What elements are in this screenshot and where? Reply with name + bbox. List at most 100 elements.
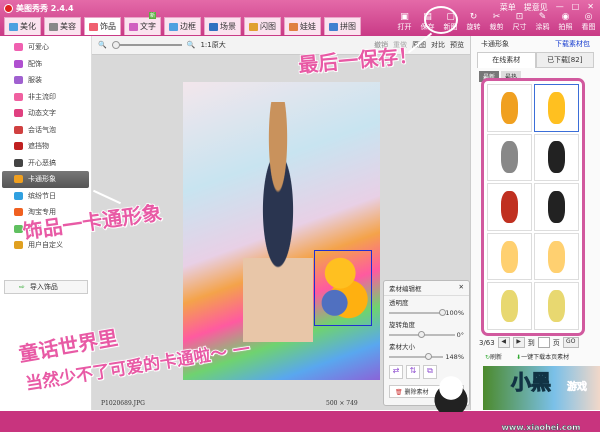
material-thumbnail[interactable]: [487, 133, 532, 182]
sidebar-item-3[interactable]: 非主流印: [0, 89, 91, 106]
photo-subject: [243, 102, 313, 342]
tool-icon: ✎: [538, 12, 547, 22]
sidebar-item-label: 服装: [28, 76, 42, 85]
tool-icon: ◎: [584, 12, 593, 22]
sidebar-item-2[interactable]: 服装: [0, 72, 91, 89]
material-thumbnail[interactable]: [534, 133, 579, 182]
next-page-button[interactable]: ▶: [512, 337, 525, 348]
zoom-out-icon[interactable]: 🔍: [98, 41, 107, 49]
tab-2[interactable]: 饰品: [84, 17, 121, 35]
tab-icon: [169, 22, 178, 31]
tab-7[interactable]: 娃娃: [284, 17, 321, 35]
sidebar-item-8[interactable]: 卡通形象: [2, 171, 89, 188]
tab-5[interactable]: 场景: [204, 17, 241, 35]
material-thumbnail[interactable]: [534, 282, 579, 330]
size-slider[interactable]: [389, 353, 444, 360]
tab-online[interactable]: 在线素材: [477, 52, 536, 68]
tab-4[interactable]: 边框: [164, 17, 201, 35]
page-unit: 页: [552, 338, 560, 347]
tab-icon: [209, 22, 218, 31]
tab-label: 美容: [60, 22, 76, 31]
tab-icon: [129, 22, 138, 31]
flip-horizontal-button[interactable]: ⇄: [389, 365, 403, 379]
download-page-label: 一键下载本页素材: [521, 354, 570, 361]
tab-1[interactable]: 美容: [44, 17, 81, 35]
material-thumbnail[interactable]: [487, 84, 532, 132]
goto-label: 到: [527, 338, 535, 347]
tool-0[interactable]: ▣ 打开: [395, 12, 414, 32]
sidebar-item-label: 缤纷节日: [28, 191, 56, 200]
sidebar-item-label: 开心恶搞: [28, 158, 56, 167]
material-thumbnail[interactable]: [534, 232, 579, 281]
download-page-button[interactable]: ⬇一键下载本页素材: [516, 352, 569, 361]
category-icon: [14, 142, 23, 151]
material-thumbnail[interactable]: [534, 84, 579, 132]
flip-vertical-button[interactable]: ⇅: [406, 365, 420, 379]
sidebar-item-5[interactable]: 会话气泡: [0, 122, 91, 139]
sidebar-item-6[interactable]: 遮挡物: [0, 138, 91, 155]
rotation-value: 0°: [456, 331, 464, 339]
opacity-slider[interactable]: [389, 309, 447, 316]
sidebar-item-7[interactable]: 开心恶搞: [0, 155, 91, 172]
tab-label: 饰品: [100, 22, 116, 31]
refresh-button[interactable]: ↻刷新: [485, 352, 502, 361]
material-thumbnail[interactable]: [487, 183, 532, 231]
tool-7[interactable]: ◉ 拍照: [556, 12, 575, 32]
tab-8[interactable]: 拼图: [324, 17, 361, 35]
tab-downloaded[interactable]: 已下载[82]: [535, 52, 594, 68]
material-thumbnail[interactable]: [534, 183, 579, 231]
category-icon: [14, 191, 23, 200]
zoom-slider[interactable]: [111, 41, 182, 49]
photo-canvas[interactable]: [183, 82, 380, 380]
refresh-label: 刷新: [490, 354, 503, 361]
tool-8[interactable]: ◎ 看图: [579, 12, 598, 32]
sidebar-item-label: 动态文字: [28, 109, 56, 118]
tool-icon: ✂: [492, 12, 501, 22]
tab-0[interactable]: 美化: [4, 17, 41, 35]
tab-icon: [289, 22, 298, 31]
tab-icon: [89, 22, 98, 31]
actual-size-button[interactable]: 1:1原大: [200, 40, 225, 50]
opacity-label: 透明度: [389, 299, 409, 307]
import-accessory-button[interactable]: ⇨ 导入饰品: [4, 280, 88, 294]
tool-5[interactable]: ⊡ 尺寸: [510, 12, 529, 32]
panda-mascot: [428, 372, 474, 412]
material-thumbnail[interactable]: [487, 282, 532, 330]
sidebar-item-0[interactable]: 可爱心: [0, 39, 91, 56]
ad-banner[interactable]: 小黑 游戏: [483, 366, 600, 410]
sidebar-item-label: 遮挡物: [28, 142, 49, 151]
zoom-in-icon[interactable]: 🔍: [187, 41, 196, 49]
page-input[interactable]: [537, 337, 550, 348]
category-icon: [14, 76, 23, 85]
go-button[interactable]: GO: [562, 337, 579, 348]
tool-6[interactable]: ✎ 涂鸦: [533, 12, 552, 32]
ad-title: 小黑: [511, 370, 552, 395]
tool-4[interactable]: ✂ 裁剪: [487, 12, 506, 32]
dialog-close-button[interactable]: ✕: [459, 283, 464, 293]
tab-3[interactable]: 文字 新: [124, 12, 161, 35]
category-icon: [14, 158, 23, 167]
pager: 3/63 ◀ ▶ 到 页 GO: [479, 337, 579, 348]
sidebar-item-9[interactable]: 缤纷节日: [0, 188, 91, 205]
tab-icon: [9, 22, 18, 31]
material-panel: 卡通形象下载素材包 在线素材已下载[82] 最新最热 3/63 ◀ ▶ 到 页 …: [470, 36, 600, 410]
sidebar-item-1[interactable]: 配饰: [0, 56, 91, 73]
title-bar: 美图秀秀 2.4.4 菜单 提意见 — □ ✕ 美化 美容 饰品 文字新边框 场景 闪图娃…: [0, 0, 600, 36]
category-icon: [14, 241, 23, 250]
download-pack-link[interactable]: 下载素材包: [555, 39, 590, 49]
category-icon: [14, 92, 23, 101]
sticker-selection[interactable]: [314, 250, 372, 326]
material-thumbnail[interactable]: [487, 232, 532, 281]
tool-icon: ↻: [469, 12, 478, 22]
tool-label: 打开: [397, 23, 412, 31]
file-name: P1020689.JPG: [101, 400, 145, 407]
ad-url[interactable]: www.xiaohei.com: [482, 418, 600, 432]
tab-6[interactable]: 闪图: [244, 17, 281, 35]
compare-button[interactable]: 对比: [431, 40, 445, 50]
rotation-label: 旋转角度: [389, 321, 415, 329]
rotation-slider[interactable]: [389, 331, 455, 338]
tool-3[interactable]: ↻ 旋转: [464, 12, 483, 32]
prev-page-button[interactable]: ◀: [497, 337, 510, 348]
sidebar-item-4[interactable]: 动态文字: [0, 105, 91, 122]
preview-button[interactable]: 预览: [450, 40, 464, 50]
